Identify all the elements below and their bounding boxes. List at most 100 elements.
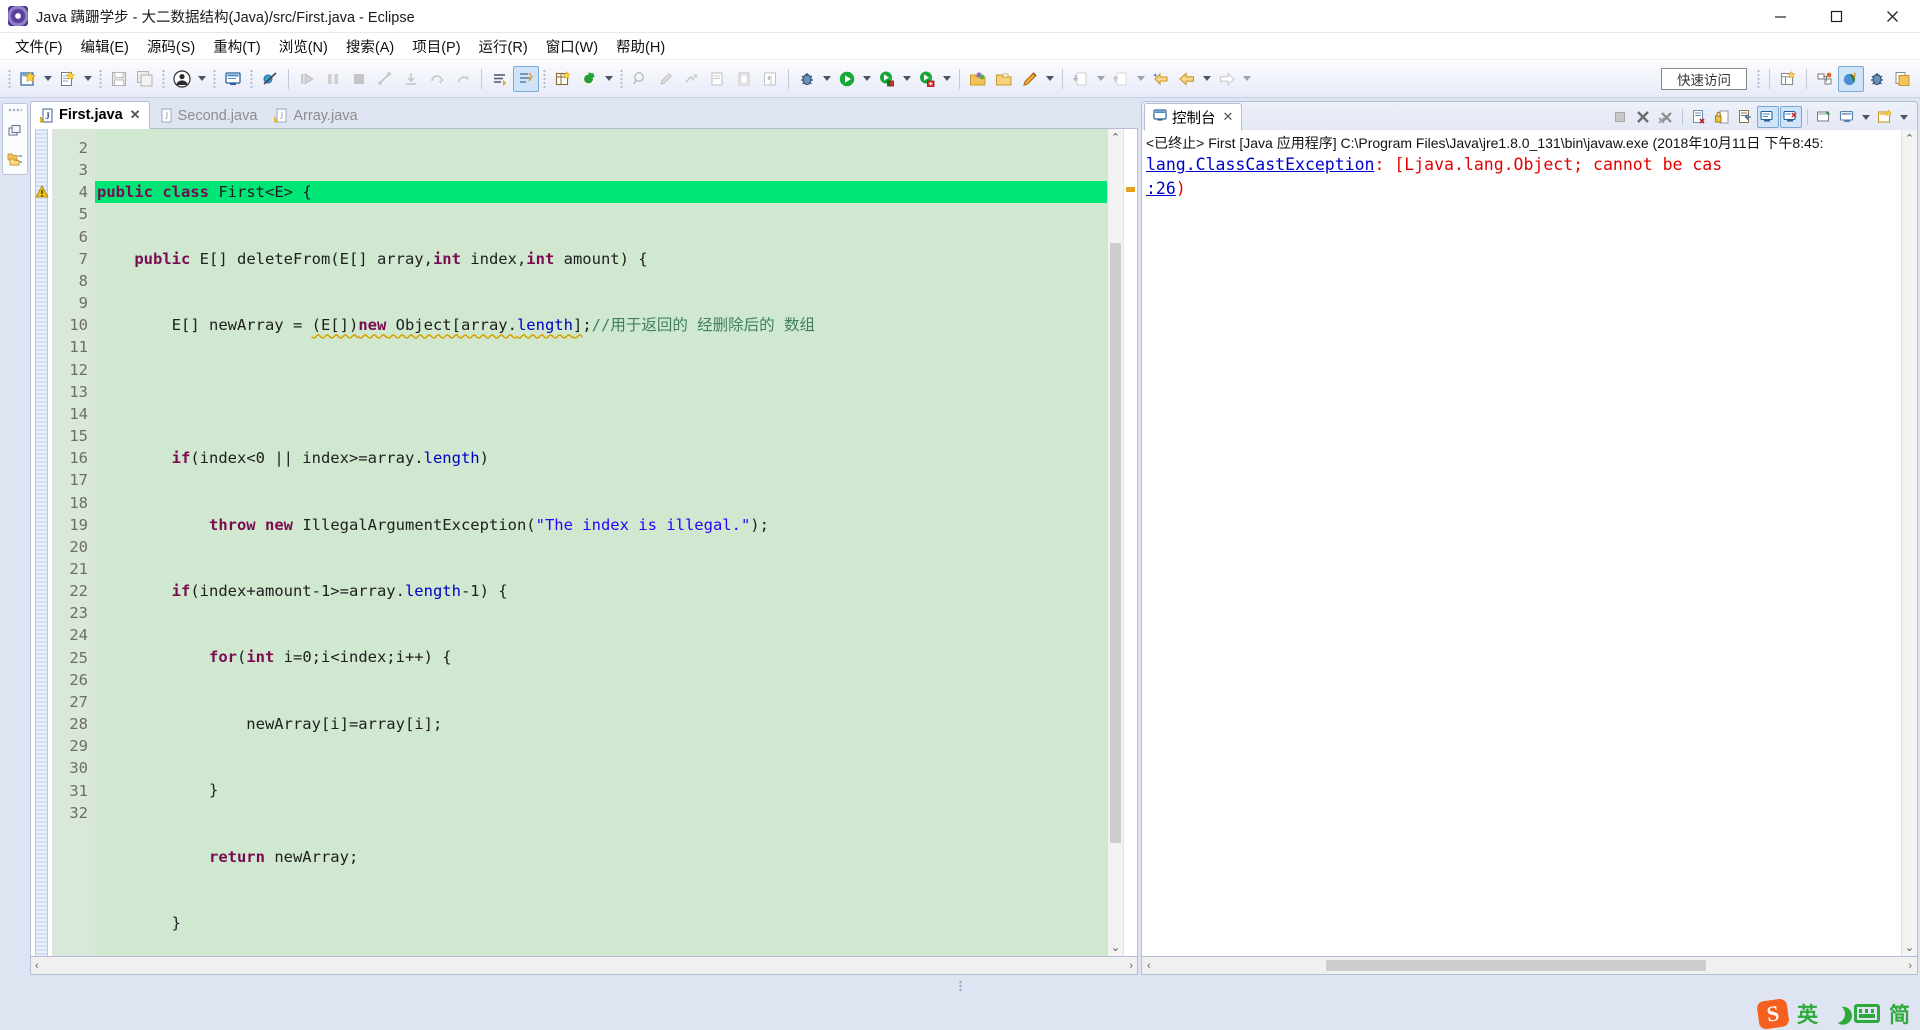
show-console-stderr-button[interactable] — [1780, 106, 1802, 128]
menu-window[interactable]: 窗口(W) — [537, 33, 607, 60]
hscroll-right-icon[interactable]: › — [1129, 960, 1133, 972]
editor-overview-ruler[interactable] — [1123, 129, 1137, 956]
console-vertical-scrollbar[interactable]: ⌃ ⌄ — [1901, 130, 1917, 956]
console-hscroll-right-icon[interactable]: › — [1903, 960, 1917, 972]
run-dropdown-icon[interactable] — [860, 66, 874, 92]
scroll-down-icon[interactable]: ⌄ — [1111, 941, 1120, 954]
run-icon[interactable] — [834, 66, 860, 92]
new-wizard-icon[interactable] — [15, 66, 41, 92]
tab-second-java[interactable]: J Second.java — [150, 102, 266, 129]
editor-horizontal-scrollbar[interactable]: ‹ › — [30, 957, 1138, 975]
console-link[interactable]: :26 — [1146, 179, 1176, 198]
perspective-grip[interactable] — [1757, 68, 1760, 89]
menu-file[interactable]: 文件(F) — [6, 33, 72, 60]
menu-edit[interactable]: 编辑(E) — [72, 33, 138, 60]
remove-launch-button[interactable] — [1632, 106, 1654, 128]
debug-icon[interactable] — [794, 66, 820, 92]
tab-console[interactable]: 控制台 ✕ — [1144, 103, 1243, 131]
quick-access-input[interactable]: 快速访问 — [1661, 67, 1747, 90]
toolbar-grip-6[interactable] — [543, 68, 546, 89]
back-dropdown-icon[interactable] — [1200, 66, 1214, 92]
pin-console-button[interactable] — [1813, 106, 1835, 128]
skip-breakpoints-icon[interactable] — [257, 66, 283, 92]
person-icon[interactable] — [169, 66, 195, 92]
word-wrap-button[interactable] — [1734, 106, 1756, 128]
moon-icon[interactable] — [1824, 1002, 1847, 1025]
toolbar-grip-3[interactable] — [162, 68, 165, 89]
new-java-class-dropdown-icon[interactable] — [81, 66, 95, 92]
tab-array-java[interactable]: J Array.java — [265, 102, 365, 129]
previous-edit-dropdown-icon[interactable] — [1094, 66, 1108, 92]
warning-marker-icon[interactable] — [35, 185, 49, 199]
overview-warning-mark[interactable] — [1126, 187, 1135, 192]
minimize-button[interactable] — [1752, 0, 1808, 33]
pen-dropdown-icon[interactable] — [1043, 66, 1057, 92]
open-console-button[interactable] — [1874, 106, 1896, 128]
scroll-thumb[interactable] — [1110, 242, 1121, 843]
toolbar-grip-5[interactable] — [250, 68, 253, 89]
menu-refactor[interactable]: 重构(T) — [204, 33, 270, 60]
person-dropdown-icon[interactable] — [195, 66, 209, 92]
status-bar-grip[interactable] — [958, 980, 962, 992]
display-console-dropdown-icon[interactable] — [1859, 104, 1873, 130]
editor-marker-column[interactable] — [31, 129, 53, 956]
close-button[interactable] — [1864, 0, 1920, 33]
console-scroll-down-icon[interactable]: ⌄ — [1905, 941, 1914, 954]
new-java-class-icon[interactable] — [55, 66, 81, 92]
open-console-view-icon[interactable] — [220, 66, 246, 92]
run-coverage-icon[interactable]: ✚ — [914, 66, 940, 92]
coverage-dropdown-icon[interactable] — [940, 66, 954, 92]
toolbar-grip-2[interactable] — [99, 68, 102, 89]
toggle-mark-occurrences-icon[interactable] — [513, 65, 539, 92]
highlight-pen-icon[interactable] — [1017, 66, 1043, 92]
tab-close-icon[interactable]: ✕ — [130, 107, 141, 123]
remove-all-terminated-button[interactable] — [1655, 106, 1677, 128]
perspective-resource-icon[interactable] — [1812, 66, 1838, 92]
menu-source[interactable]: 源码(S) — [138, 33, 204, 60]
menu-project[interactable]: 项目(P) — [403, 33, 469, 60]
menu-search[interactable]: 搜索(A) — [337, 33, 403, 60]
fast-view-grip[interactable] — [8, 108, 22, 112]
menu-run[interactable]: 运行(R) — [470, 33, 537, 60]
next-annotation-icon[interactable] — [487, 66, 513, 92]
display-selected-console-button[interactable] — [1836, 106, 1858, 128]
forward-dropdown-icon[interactable] — [1240, 66, 1254, 92]
restore-view-icon[interactable] — [6, 122, 24, 140]
ime-mode-label[interactable]: 英 — [1797, 999, 1818, 1029]
editor-code-area[interactable]: public class First<E> { public E[] delet… — [95, 129, 1107, 956]
package-explorer-icon[interactable] — [6, 150, 24, 168]
console-output[interactable]: <已终止> First [Java 应用程序] C:\Program Files… — [1142, 130, 1901, 956]
console-horizontal-scrollbar[interactable]: ‹ › — [1141, 957, 1918, 975]
perspective-java-icon[interactable] — [1838, 65, 1864, 92]
toolbar-grip-4[interactable] — [213, 68, 216, 89]
clear-console-button[interactable] — [1688, 106, 1710, 128]
tab-first-java[interactable]: J First.java ✕ — [30, 101, 150, 129]
ime-simplified-label[interactable]: 简 — [1889, 999, 1910, 1029]
toolbar-grip-7[interactable] — [620, 68, 623, 89]
back-to-annotation-icon[interactable] — [1148, 66, 1174, 92]
scroll-lock-button[interactable] — [1711, 106, 1733, 128]
next-edit-dropdown-icon[interactable] — [1134, 66, 1148, 92]
menu-navigate[interactable]: 浏览(N) — [270, 33, 337, 60]
console-scroll-up-icon[interactable]: ⌃ — [1905, 132, 1914, 145]
keyboard-icon[interactable] — [1854, 1004, 1880, 1023]
console-body[interactable]: <已终止> First [Java 应用程序] C:\Program Files… — [1141, 130, 1918, 957]
export-folder-icon[interactable] — [991, 66, 1017, 92]
new-java-project-icon[interactable] — [550, 66, 576, 92]
perspective-debug-icon[interactable] — [1864, 66, 1890, 92]
external-tools-dropdown-icon[interactable] — [900, 66, 914, 92]
back-navigation-icon[interactable] — [1174, 66, 1200, 92]
open-perspective-icon[interactable] — [1775, 66, 1801, 92]
console-hscroll-thumb[interactable] — [1325, 960, 1706, 971]
sogou-logo-icon[interactable]: S — [1756, 997, 1790, 1030]
new-wizard-dropdown-icon[interactable] — [41, 66, 55, 92]
open-console-dropdown-icon[interactable] — [1897, 104, 1911, 130]
new-package-dropdown-icon[interactable] — [602, 66, 616, 92]
hscroll-left-icon[interactable]: ‹ — [35, 960, 39, 972]
console-link[interactable]: lang.ClassCastException — [1146, 155, 1374, 174]
console-hscroll-left-icon[interactable]: ‹ — [1142, 960, 1156, 972]
new-java-package-icon[interactable] — [576, 66, 602, 92]
toolbar-grip[interactable] — [8, 68, 11, 89]
scroll-up-icon[interactable]: ⌃ — [1111, 131, 1120, 144]
perspective-other-icon[interactable] — [1890, 66, 1916, 92]
